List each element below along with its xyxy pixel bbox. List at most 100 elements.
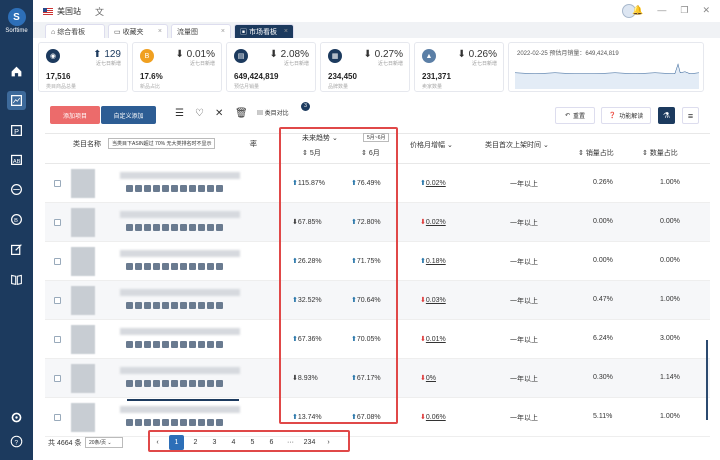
action-icon[interactable] — [198, 341, 205, 348]
action-icon[interactable] — [180, 419, 187, 426]
action-icon[interactable] — [189, 263, 196, 270]
action-icon[interactable] — [180, 224, 187, 231]
action-icon[interactable] — [144, 380, 151, 387]
price-growth[interactable]: 0.03% — [426, 297, 446, 304]
settings-icon[interactable] — [7, 408, 26, 427]
action-icon[interactable] — [162, 380, 169, 387]
category-title[interactable] — [120, 250, 240, 257]
home-icon[interactable] — [7, 62, 26, 81]
action-icon[interactable] — [135, 224, 142, 231]
action-icon[interactable] — [126, 263, 133, 270]
category-title[interactable] — [120, 328, 240, 335]
minimize-icon[interactable]: — — [657, 5, 666, 16]
price-growth[interactable]: 0.02% — [426, 180, 446, 187]
row-actions[interactable] — [126, 185, 223, 192]
col-price-growth[interactable]: 价格月增幅 ⌄ — [410, 140, 453, 150]
action-icon[interactable] — [153, 419, 160, 426]
category-title[interactable] — [120, 172, 240, 179]
action-icon[interactable] — [126, 185, 133, 192]
close-icon[interactable]: ✕ — [702, 5, 710, 16]
brand-icon[interactable]: B — [7, 210, 26, 229]
compare-button[interactable]: ▤ 类目对比 3 — [257, 102, 310, 117]
action-icon[interactable] — [189, 185, 196, 192]
row-actions[interactable] — [126, 224, 223, 231]
row-checkbox[interactable] — [54, 414, 61, 421]
price-growth[interactable]: 0.02% — [426, 219, 446, 226]
list-icon[interactable]: ☰ — [175, 108, 184, 119]
action-icon[interactable] — [198, 185, 205, 192]
action-icon[interactable] — [144, 185, 151, 192]
action-icon[interactable] — [180, 341, 187, 348]
action-icon[interactable] — [144, 224, 151, 231]
action-icon[interactable] — [144, 341, 151, 348]
edit-icon[interactable] — [7, 240, 26, 259]
col-qty-share[interactable]: ⇕ 数量占比 — [642, 148, 678, 158]
action-icon[interactable] — [126, 419, 133, 426]
action-icon[interactable] — [162, 185, 169, 192]
trash-icon[interactable]: 🗑 — [235, 108, 248, 119]
close-icon[interactable]: × — [221, 28, 225, 35]
action-icon[interactable] — [189, 341, 196, 348]
action-icon[interactable] — [216, 380, 223, 387]
action-icon[interactable] — [207, 341, 214, 348]
marketplace-label[interactable]: 美国站 — [57, 6, 81, 17]
tab-market[interactable]: ▣ 市场看板 × — [234, 24, 294, 38]
action-icon[interactable] — [207, 224, 214, 231]
maximize-icon[interactable]: ❐ — [680, 5, 688, 16]
action-icon[interactable] — [162, 419, 169, 426]
action-icon[interactable] — [135, 263, 142, 270]
action-icon[interactable] — [171, 380, 178, 387]
action-icon[interactable] — [189, 302, 196, 309]
action-icon[interactable] — [153, 185, 160, 192]
action-icon[interactable] — [135, 380, 142, 387]
action-icon[interactable] — [198, 263, 205, 270]
row-actions[interactable] — [126, 263, 223, 270]
add-item-button[interactable]: 添加项目 — [50, 106, 100, 124]
flask-icon[interactable]: ⚗ — [658, 107, 675, 124]
action-icon[interactable] — [171, 341, 178, 348]
tab-favorites[interactable]: ▭ 收藏夹 × — [108, 24, 168, 38]
close-icon[interactable]: × — [158, 28, 162, 35]
action-icon[interactable] — [126, 380, 133, 387]
row-checkbox[interactable] — [54, 297, 61, 304]
action-icon[interactable] — [171, 224, 178, 231]
action-icon[interactable] — [180, 263, 187, 270]
scrollbar[interactable] — [706, 340, 708, 420]
price-growth[interactable]: 0.06% — [426, 414, 446, 421]
category-title[interactable] — [120, 406, 240, 413]
action-icon[interactable] — [180, 302, 187, 309]
action-icon[interactable] — [207, 185, 214, 192]
traffic-icon[interactable] — [7, 180, 26, 199]
price-growth[interactable]: 0.01% — [426, 336, 446, 343]
action-icon[interactable] — [126, 341, 133, 348]
price-growth[interactable]: 0.18% — [426, 258, 446, 265]
ab-test-icon[interactable]: AB — [7, 150, 26, 169]
book-icon[interactable] — [7, 270, 26, 289]
category-title[interactable] — [120, 367, 240, 374]
product-image[interactable] — [71, 286, 95, 315]
action-icon[interactable] — [126, 224, 133, 231]
action-icon[interactable] — [153, 341, 160, 348]
tab-overview[interactable]: ⌂ 综合看板 — [45, 24, 105, 38]
action-icon[interactable] — [153, 224, 160, 231]
action-icon[interactable] — [135, 341, 142, 348]
row-checkbox[interactable] — [54, 258, 61, 265]
action-icon[interactable] — [189, 224, 196, 231]
price-growth[interactable]: 0% — [426, 375, 436, 382]
product-icon[interactable]: P — [7, 121, 26, 140]
action-icon[interactable] — [207, 263, 214, 270]
bell-icon[interactable]: 🔔 — [632, 5, 643, 16]
product-image[interactable] — [71, 325, 95, 354]
action-icon[interactable] — [180, 380, 187, 387]
row-checkbox[interactable] — [54, 375, 61, 382]
action-icon[interactable] — [162, 224, 169, 231]
action-icon[interactable] — [198, 419, 205, 426]
action-icon[interactable] — [144, 263, 151, 270]
help-button[interactable]: ❓ 功能解读 — [601, 107, 651, 124]
custom-add-button[interactable]: 自定义添加 — [101, 106, 156, 124]
close-icon[interactable]: ✕ — [215, 108, 223, 119]
category-title[interactable] — [120, 211, 240, 218]
row-actions[interactable] — [126, 302, 223, 309]
action-icon[interactable] — [144, 419, 151, 426]
category-title[interactable] — [120, 289, 240, 296]
